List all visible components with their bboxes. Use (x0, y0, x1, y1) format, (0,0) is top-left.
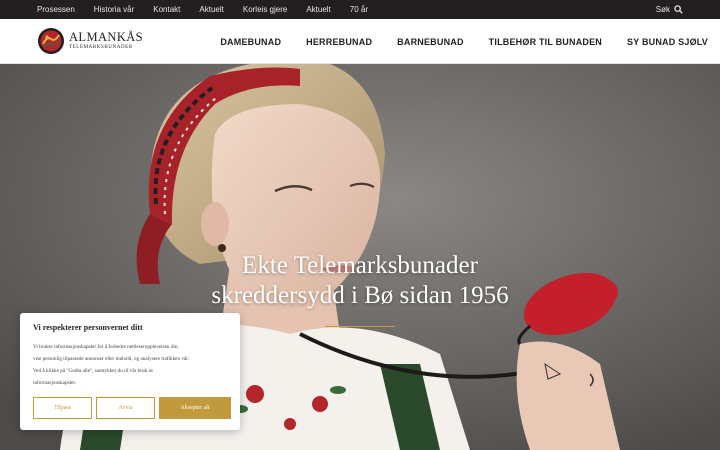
logo-emblem-icon (38, 28, 64, 54)
accept-all-button[interactable]: Aksepter alt (159, 397, 231, 419)
nav-item-sy-bunad-sjolv[interactable]: SY BUNAD SJØLV (627, 37, 708, 47)
nav-item-barnebunad[interactable]: BARNEBUNAD (397, 37, 464, 47)
cookie-button-row: Tilpass Avvis Aksepter alt (33, 397, 231, 419)
reject-button[interactable]: Avvis (96, 397, 155, 419)
site-header: ALMANKÅS TELEMARKSBUNADER DAMEBUNAD HERR… (0, 19, 720, 64)
nav-item-damebunad[interactable]: DAMEBUNAD (220, 37, 281, 47)
utility-link-korleis-gjere[interactable]: Korleis gjere (243, 5, 287, 14)
cookie-consent-dialog: Vi respekterer personvernet ditt Vi bruk… (20, 313, 240, 430)
nav-item-herrebunad[interactable]: HERREBUNAD (306, 37, 372, 47)
search-icon (674, 5, 683, 14)
hero-title: Ekte Telemarksbunader skreddersydd i Bø … (150, 251, 570, 311)
cookie-dialog-text: Vi bruker informasjonskapsler for å forb… (33, 341, 227, 389)
utility-link-prosessen[interactable]: Prosessen (37, 5, 75, 14)
hero-divider (325, 326, 395, 327)
hero-title-line1: Ekte Telemarksbunader (242, 252, 478, 279)
logo-text: ALMANKÅS TELEMARKSBUNADER (69, 31, 143, 51)
logo-name: ALMANKÅS (69, 30, 144, 44)
cookie-text-line: vise personlig tilpassede annonser eller… (33, 356, 190, 362)
cookie-text-line: Vi bruker informasjonskapsler for å forb… (33, 344, 179, 350)
top-utility-bar: Prosessen Historia vår Kontakt Aktuelt K… (0, 0, 720, 19)
customize-button[interactable]: Tilpass (33, 397, 92, 419)
cookie-dialog-title: Vi respekterer personvernet ditt (33, 323, 143, 332)
utility-link-70-ar[interactable]: 70 år (350, 5, 368, 14)
utility-link-aktuelt[interactable]: Aktuelt (199, 5, 223, 14)
site-logo[interactable]: ALMANKÅS TELEMARKSBUNADER (37, 26, 143, 56)
search-label: Søk (655, 5, 670, 14)
main-nav: DAMEBUNAD HERREBUNAD BARNEBUNAD TILBEHØR… (195, 19, 708, 64)
utility-link-kontakt[interactable]: Kontakt (153, 5, 180, 14)
utility-link-historia[interactable]: Historia vår (94, 5, 134, 14)
utility-link-aktuelt-2[interactable]: Aktuelt (306, 5, 330, 14)
cookie-text-line: informasjonskapsler. (33, 380, 77, 386)
cookie-text-line: Ved å klikke på "Godta alle", samtykker … (33, 368, 154, 374)
search-link[interactable]: Søk (656, 0, 683, 19)
logo-subtitle: TELEMARKSBUNADER (69, 45, 133, 50)
nav-item-tilbehor[interactable]: TILBEHØR TIL BUNADEN (489, 37, 602, 47)
utility-nav: Prosessen Historia vår Kontakt Aktuelt K… (37, 0, 387, 19)
hero-title-line2: skreddersydd i Bø sidan 1956 (211, 282, 509, 309)
